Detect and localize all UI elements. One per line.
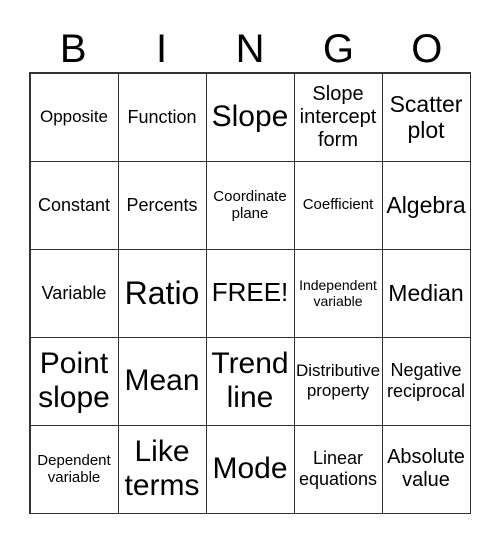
bingo-cell[interactable]: Trend line: [205, 336, 295, 426]
bingo-cell[interactable]: Like terms: [117, 424, 207, 514]
bingo-cell[interactable]: Scatter plot: [381, 72, 471, 162]
header-letter-o: O: [411, 27, 443, 71]
bingo-cell[interactable]: Algebra: [381, 160, 471, 250]
bingo-cell[interactable]: Ratio: [117, 248, 207, 338]
bingo-cell[interactable]: Slope intercept form: [293, 72, 383, 162]
bingo-cell[interactable]: Percents: [117, 160, 207, 250]
bingo-cell[interactable]: Coefficient: [293, 160, 383, 250]
bingo-cell[interactable]: Slope: [205, 72, 295, 162]
bingo-cell[interactable]: Mean: [117, 336, 207, 426]
bingo-cell[interactable]: Function: [117, 72, 207, 162]
bingo-grid: Opposite Function Slope Slope intercept …: [29, 72, 471, 514]
bingo-cell[interactable]: Dependent variable: [29, 424, 119, 514]
free-space[interactable]: FREE!: [205, 248, 295, 338]
bingo-cell[interactable]: Variable: [29, 248, 119, 338]
bingo-cell[interactable]: Absolute value: [381, 424, 471, 514]
bingo-cell[interactable]: Point slope: [29, 336, 119, 426]
bingo-cell[interactable]: Linear equations: [293, 424, 383, 514]
bingo-cell[interactable]: Opposite: [29, 72, 119, 162]
bingo-cell[interactable]: Negative reciprocal: [381, 336, 471, 426]
bingo-cell[interactable]: Median: [381, 248, 471, 338]
header-letter-g: G: [322, 27, 354, 71]
bingo-cell[interactable]: Independent variable: [293, 248, 383, 338]
bingo-cell[interactable]: Coordinate plane: [205, 160, 295, 250]
header-letter-i: I: [156, 27, 168, 71]
header-letter-n: N: [235, 27, 265, 71]
bingo-cell[interactable]: Constant: [29, 160, 119, 250]
bingo-cell[interactable]: Mode: [205, 424, 295, 514]
header-letter-b: B: [59, 27, 87, 71]
bingo-header: B I N G O: [29, 26, 471, 72]
bingo-cell[interactable]: Distributive property: [293, 336, 383, 426]
